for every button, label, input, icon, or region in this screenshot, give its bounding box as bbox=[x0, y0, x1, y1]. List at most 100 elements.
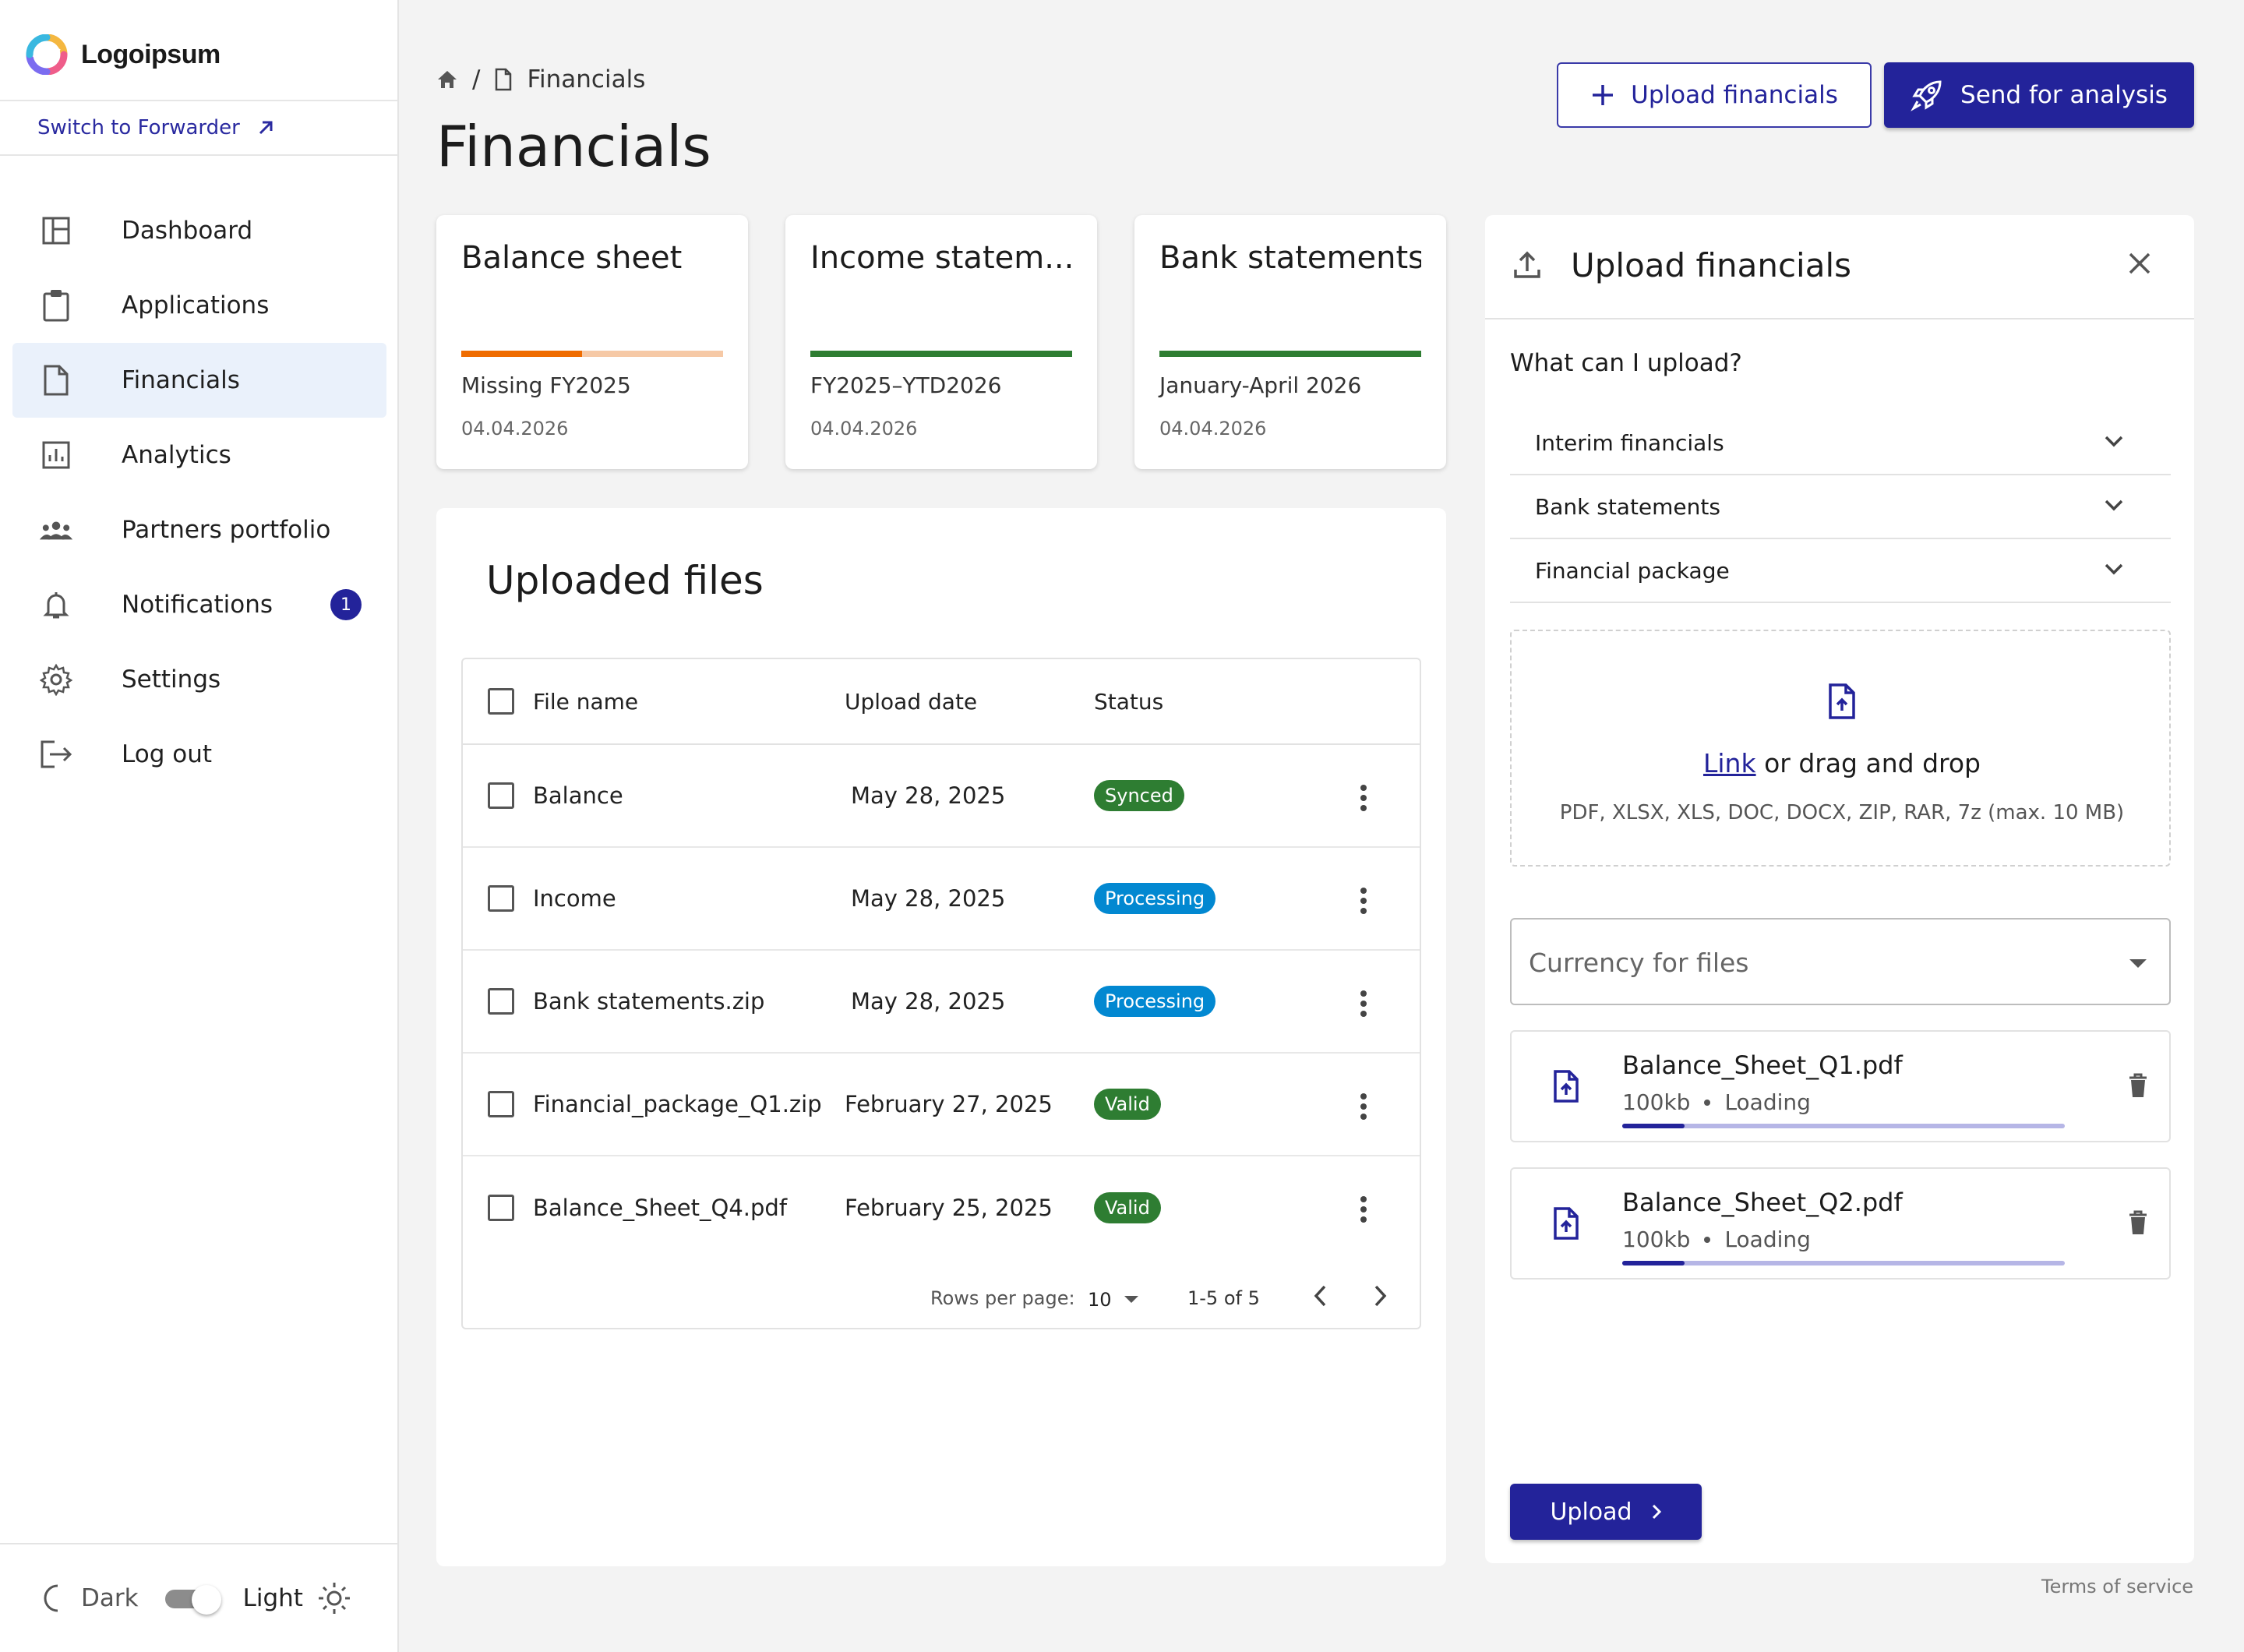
sidebar-item-label: Analytics bbox=[122, 441, 231, 469]
caret-down-icon[interactable] bbox=[1124, 1295, 1139, 1304]
card-subtitle: FY2025–YTD2026 bbox=[810, 372, 1002, 398]
upload-panel-header: Upload financials bbox=[1485, 215, 2194, 319]
upload-financials-panel: Upload financials What can I upload? Int… bbox=[1485, 215, 2194, 1563]
row-checkbox[interactable] bbox=[488, 782, 514, 809]
document-icon bbox=[496, 68, 512, 91]
drag-drop-text: or drag and drop bbox=[1755, 748, 1981, 778]
group-icon bbox=[39, 513, 73, 547]
currency-placeholder: Currency for files bbox=[1529, 948, 1749, 978]
accordion-interim-financials[interactable]: Interim financials bbox=[1510, 411, 2171, 475]
row-menu-icon[interactable] bbox=[1359, 887, 1368, 915]
upload-question: What can I upload? bbox=[1510, 349, 1742, 377]
table-row[interactable]: Financial_package_Q1.zip February 27, 20… bbox=[463, 1054, 1420, 1156]
page-title: Financials bbox=[436, 114, 711, 179]
upload-date: May 28, 2025 bbox=[851, 782, 1006, 809]
analytics-icon bbox=[39, 438, 73, 472]
home-icon[interactable] bbox=[436, 69, 458, 90]
chevron-left-icon[interactable] bbox=[1312, 1284, 1328, 1308]
card-subtitle: Missing FY2025 bbox=[461, 372, 631, 398]
row-checkbox[interactable] bbox=[488, 1195, 514, 1221]
accepted-formats: PDF, XLSX, XLS, DOC, DOCX, ZIP, RAR, 7z … bbox=[1559, 801, 2125, 824]
row-menu-icon[interactable] bbox=[1359, 1093, 1368, 1121]
card-title: Income statem... bbox=[810, 240, 1072, 276]
file-upload-icon bbox=[1826, 683, 1858, 720]
clipboard-icon bbox=[39, 288, 73, 323]
table-pagination: Rows per page: 10 1-5 of 5 bbox=[463, 1267, 1423, 1322]
file-name: Balance bbox=[533, 782, 623, 809]
sidebar-item-dashboard[interactable]: Dashboard bbox=[12, 193, 386, 268]
accordion-financial-package[interactable]: Financial package bbox=[1510, 539, 2171, 603]
uploaded-files-title: Uploaded files bbox=[486, 558, 764, 603]
upload-button[interactable]: Upload bbox=[1510, 1484, 1702, 1540]
sidebar-item-partners-portfolio[interactable]: Partners portfolio bbox=[12, 492, 386, 567]
select-all-checkbox[interactable] bbox=[488, 688, 514, 715]
sidebar-item-applications[interactable]: Applications bbox=[12, 268, 386, 343]
trash-icon[interactable] bbox=[2127, 1072, 2149, 1099]
breadcrumb: / Financials bbox=[436, 65, 645, 94]
logo-text: Logoipsum bbox=[81, 39, 221, 69]
sidebar-item-notifications[interactable]: Notifications 1 bbox=[12, 567, 386, 642]
plus-icon bbox=[1593, 85, 1614, 105]
document-icon bbox=[39, 363, 73, 397]
upload-progress-bar bbox=[1622, 1261, 2065, 1265]
browse-link[interactable]: Link bbox=[1703, 748, 1756, 778]
table-row[interactable]: Balance May 28, 2025 Synced bbox=[463, 745, 1420, 848]
row-checkbox[interactable] bbox=[488, 988, 514, 1015]
card-progress-fill bbox=[1159, 351, 1421, 357]
table-row[interactable]: Bank statements.zip May 28, 2025 Process… bbox=[463, 951, 1420, 1054]
accordion-label: Financial package bbox=[1535, 557, 1730, 584]
row-menu-icon[interactable] bbox=[1359, 990, 1368, 1018]
logout-icon bbox=[39, 737, 73, 771]
sidebar-item-settings[interactable]: Settings bbox=[12, 642, 386, 717]
row-menu-icon[interactable] bbox=[1359, 784, 1368, 812]
card-date: 04.04.2026 bbox=[810, 418, 918, 439]
notifications-badge: 1 bbox=[330, 589, 362, 620]
switch-to-forwarder-link[interactable]: Switch to Forwarder bbox=[0, 100, 397, 156]
row-checkbox[interactable] bbox=[488, 885, 514, 912]
sidebar-nav: Dashboard Applications Financials Analyt… bbox=[12, 193, 386, 792]
file-dropzone[interactable]: Link or drag and drop PDF, XLSX, XLS, DO… bbox=[1510, 630, 2171, 867]
theme-toggle[interactable] bbox=[164, 1585, 221, 1615]
chevron-right-icon[interactable] bbox=[1373, 1284, 1388, 1308]
table-row[interactable]: Income May 28, 2025 Processing bbox=[463, 848, 1420, 951]
upload-file-size: 100kb bbox=[1622, 1227, 1691, 1252]
column-status[interactable]: Status bbox=[1094, 689, 1163, 715]
chevron-down-icon bbox=[2104, 563, 2124, 575]
sidebar-item-log-out[interactable]: Log out bbox=[12, 717, 386, 792]
accordion-bank-statements[interactable]: Bank statements bbox=[1510, 475, 2171, 539]
sidebar-item-label: Partners portfolio bbox=[122, 516, 331, 544]
caret-down-icon bbox=[2129, 958, 2147, 969]
card-progress-bar bbox=[461, 351, 723, 357]
card-progress-bar bbox=[810, 351, 1072, 357]
row-checkbox[interactable] bbox=[488, 1091, 514, 1117]
rows-per-page-select[interactable]: 10 bbox=[1088, 1289, 1112, 1311]
sidebar-item-analytics[interactable]: Analytics bbox=[12, 418, 386, 492]
currency-select[interactable]: Currency for files bbox=[1510, 918, 2171, 1005]
upload-file-state: Loading bbox=[1724, 1089, 1811, 1115]
card-date: 04.04.2026 bbox=[1159, 418, 1267, 439]
switch-label: Switch to Forwarder bbox=[37, 116, 240, 139]
accordion-label: Bank statements bbox=[1535, 493, 1720, 520]
card-title: Balance sheet bbox=[461, 240, 683, 276]
close-icon[interactable] bbox=[2127, 251, 2152, 276]
send-for-analysis-button[interactable]: Send for analysis bbox=[1884, 62, 2194, 128]
logo[interactable]: Logoipsum bbox=[23, 34, 221, 75]
trash-icon[interactable] bbox=[2127, 1209, 2149, 1236]
balance-sheet-card[interactable]: Balance sheet Missing FY2025 04.04.2026 bbox=[436, 215, 748, 469]
income-statement-card[interactable]: Income statem... FY2025–YTD2026 04.04.20… bbox=[785, 215, 1097, 469]
sidebar-item-financials[interactable]: Financials bbox=[12, 343, 386, 418]
terms-of-service-link[interactable]: Terms of service bbox=[2041, 1576, 2193, 1597]
column-upload-date[interactable]: Upload date bbox=[845, 689, 977, 715]
table-header: File name Upload date Status bbox=[463, 659, 1420, 745]
send-for-analysis-label: Send for analysis bbox=[1960, 81, 2168, 109]
row-menu-icon[interactable] bbox=[1359, 1195, 1368, 1223]
column-file-name[interactable]: File name bbox=[533, 689, 638, 715]
upload-progress-fill bbox=[1622, 1124, 1685, 1128]
upload-file-item: Balance_Sheet_Q1.pdf 100kb Loading bbox=[1510, 1030, 2171, 1142]
upload-financials-label: Upload financials bbox=[1631, 81, 1838, 109]
card-date: 04.04.2026 bbox=[461, 418, 569, 439]
upload-financials-button[interactable]: Upload financials bbox=[1557, 62, 1872, 128]
files-table: File name Upload date Status Balance May… bbox=[461, 658, 1421, 1329]
bank-statements-card[interactable]: Bank statements January-April 2026 04.04… bbox=[1134, 215, 1446, 469]
table-row[interactable]: Balance_Sheet_Q4.pdf February 25, 2025 V… bbox=[463, 1156, 1420, 1259]
